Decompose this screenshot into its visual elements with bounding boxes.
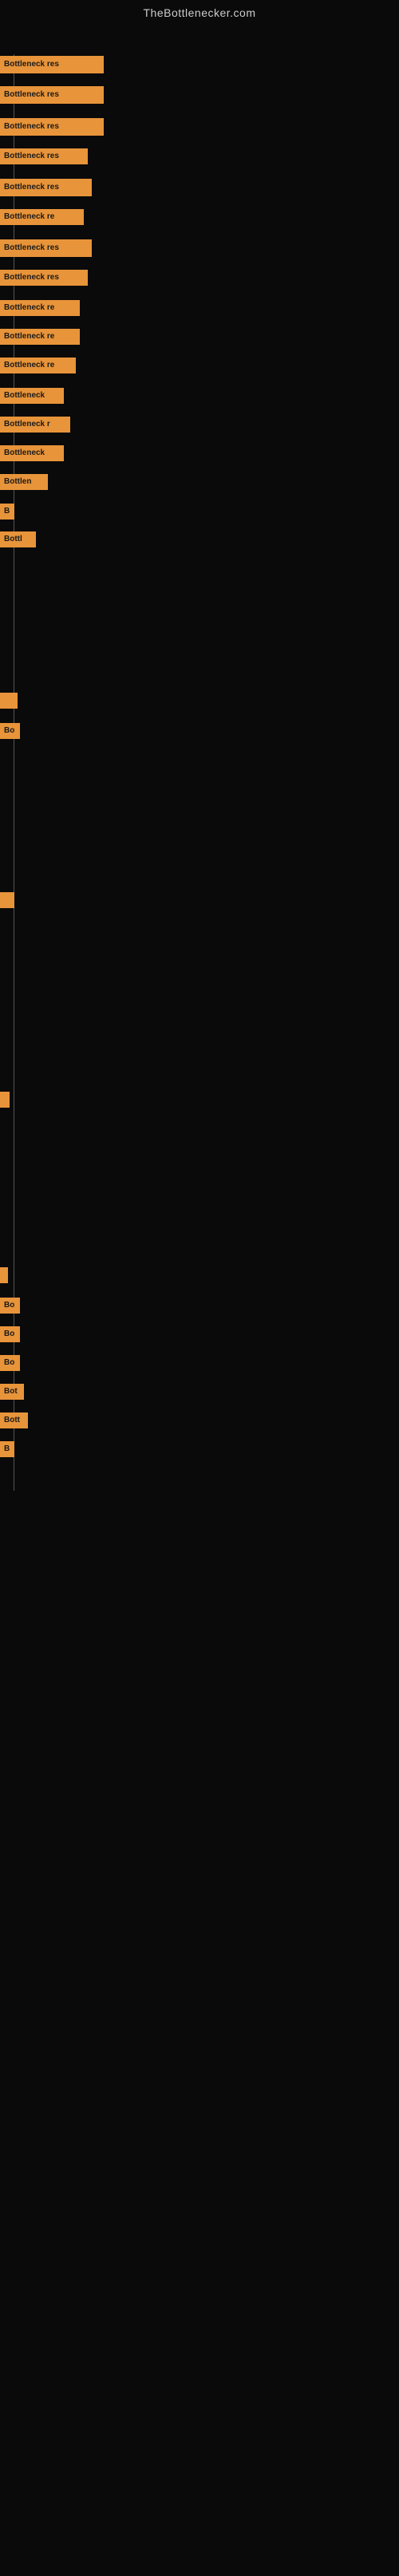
bar-row-12: Bottleneck: [0, 388, 64, 404]
bar-label-23: Bo: [0, 1298, 20, 1314]
bar-label-18: [0, 693, 18, 709]
bar-label-3: Bottleneck res: [0, 118, 104, 136]
bar-row-25: Bo: [0, 1355, 20, 1371]
bar-label-15: Bottlen: [0, 474, 48, 490]
bar-row-19: Bo: [0, 723, 20, 739]
bar-row-8: Bottleneck res: [0, 270, 88, 286]
chart-area: Bottleneck res Bottleneck res Bottleneck r…: [0, 38, 399, 2576]
bar-label-17: Bottl: [0, 531, 36, 547]
bar-label-13: Bottleneck r: [0, 417, 70, 433]
bar-row-9: Bottleneck re: [0, 300, 80, 316]
bar-label-4: Bottleneck res: [0, 148, 88, 164]
bar-label-12: Bottleneck: [0, 388, 64, 404]
bar-label-21: [0, 1092, 10, 1108]
bar-row-20: [0, 892, 14, 908]
bar-row-17: Bottl: [0, 531, 36, 547]
bar-label-25: Bo: [0, 1355, 20, 1371]
bar-row-23: Bo: [0, 1298, 20, 1314]
bar-row-5: Bottleneck res: [0, 179, 92, 196]
bar-row-15: Bottlen: [0, 474, 48, 490]
bar-row-24: Bo: [0, 1326, 20, 1342]
bar-label-14: Bottleneck: [0, 445, 64, 461]
bar-label-27: Bott: [0, 1412, 28, 1428]
bar-row-2: Bottleneck res: [0, 86, 104, 104]
bar-row-7: Bottleneck res: [0, 239, 92, 257]
bar-label-20: [0, 892, 14, 908]
bar-row-22: [0, 1267, 8, 1283]
bar-row-3: Bottleneck res: [0, 118, 104, 136]
bar-label-22: [0, 1267, 8, 1283]
bar-row-10: Bottleneck re: [0, 329, 80, 345]
bar-label-9: Bottleneck re: [0, 300, 80, 316]
bar-row-26: Bot: [0, 1384, 24, 1400]
bar-label-2: Bottleneck res: [0, 86, 104, 104]
bar-label-8: Bottleneck res: [0, 270, 88, 286]
bar-label-28: B: [0, 1441, 14, 1457]
bar-label-7: Bottleneck res: [0, 239, 92, 257]
bar-row-16: B: [0, 504, 14, 520]
bar-row-13: Bottleneck r: [0, 417, 70, 433]
bar-label-16: B: [0, 504, 14, 520]
bar-label-10: Bottleneck re: [0, 329, 80, 345]
bar-row-21: [0, 1092, 10, 1108]
bar-label-11: Bottleneck re: [0, 358, 76, 373]
bar-row-4: Bottleneck res: [0, 148, 88, 164]
bar-label-24: Bo: [0, 1326, 20, 1342]
site-title: TheBottlenecker.com: [0, 0, 399, 22]
bar-label-6: Bottleneck re: [0, 209, 84, 225]
bar-row-11: Bottleneck re: [0, 358, 76, 373]
bar-row-18: [0, 693, 18, 709]
bar-label-19: Bo: [0, 723, 20, 739]
bar-label-1: Bottleneck res: [0, 56, 104, 73]
bar-row-27: Bott: [0, 1412, 28, 1428]
bar-label-5: Bottleneck res: [0, 179, 92, 196]
bar-row-28: B: [0, 1441, 14, 1457]
bar-row-1: Bottleneck res: [0, 56, 104, 73]
bar-row-6: Bottleneck re: [0, 209, 84, 225]
bar-label-26: Bot: [0, 1384, 24, 1400]
bar-row-14: Bottleneck: [0, 445, 64, 461]
